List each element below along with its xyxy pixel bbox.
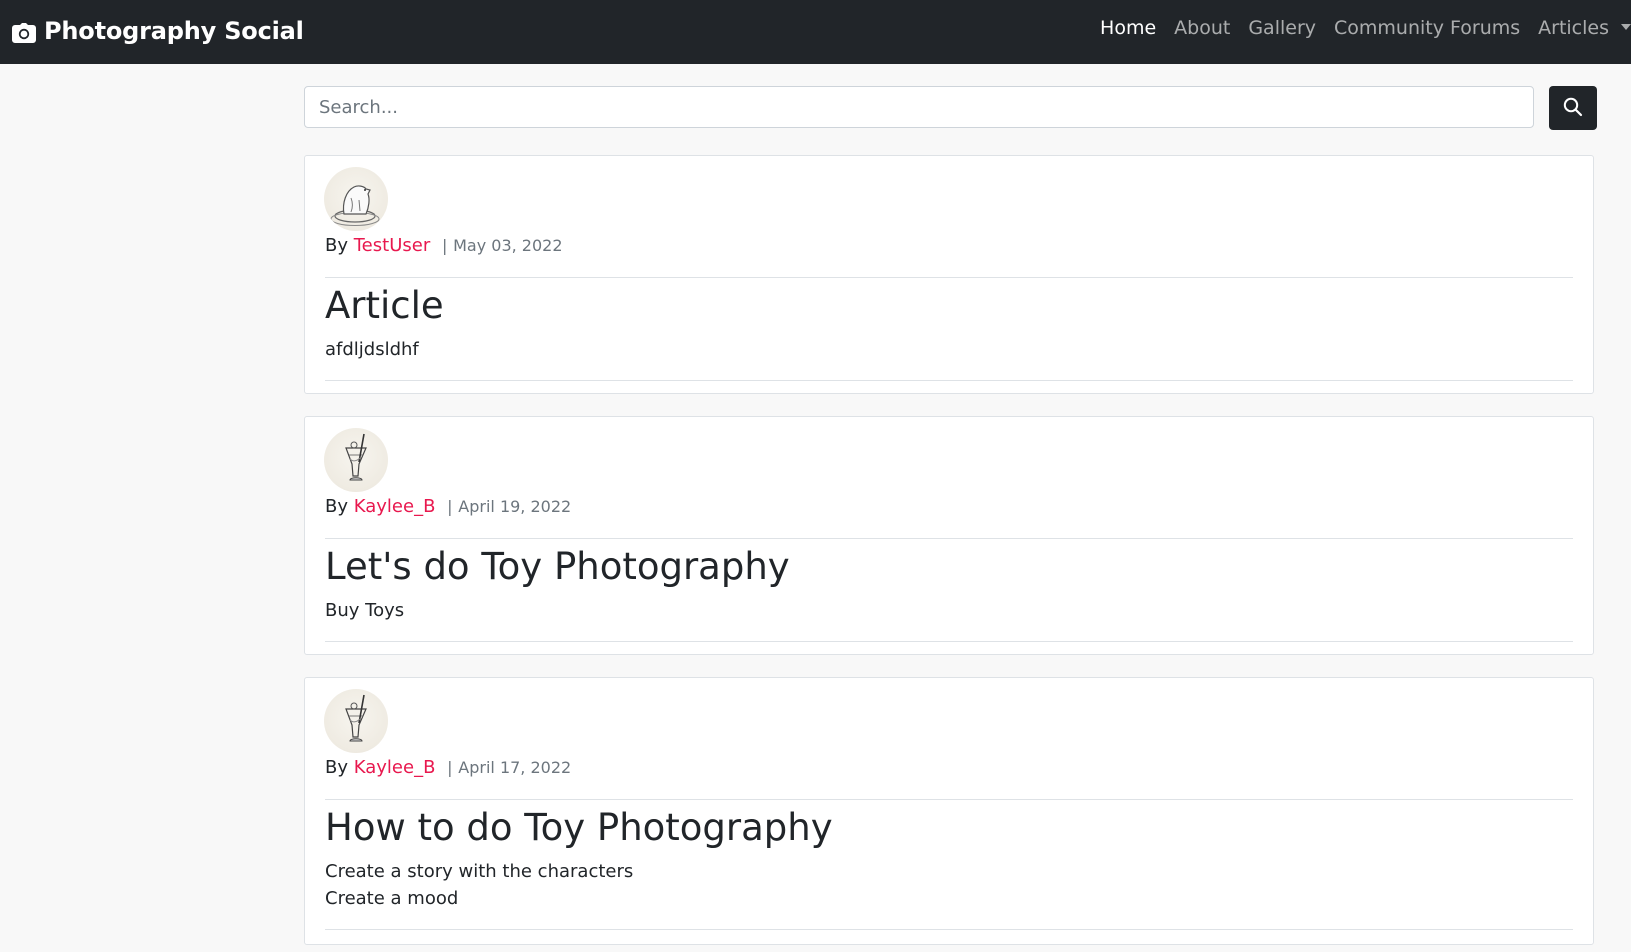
search-input[interactable]: [304, 86, 1534, 128]
nav-articles-label: Articles: [1538, 17, 1609, 39]
article-body: Buy Toys: [325, 600, 405, 621]
nav-home[interactable]: Home: [1100, 17, 1156, 39]
article-meta: By Kaylee_B | April 17, 2022: [325, 757, 571, 778]
article-card: By Kaylee_B | April 19, 2022 Let's do To…: [304, 416, 1594, 655]
cocktail-glass-avatar-icon[interactable]: [324, 428, 388, 492]
article-body: Create a story with the characters Creat…: [325, 861, 634, 909]
article-title[interactable]: Let's do Toy Photography: [325, 545, 790, 588]
divider: [325, 277, 1573, 278]
by-label: By: [325, 757, 349, 778]
nav-articles-dropdown[interactable]: Articles: [1538, 17, 1631, 39]
top-navbar: Photography Social Home About Gallery Co…: [0, 0, 1631, 64]
article-card: By Kaylee_B | April 17, 2022 How to do T…: [304, 677, 1594, 945]
meta-separator: |: [447, 497, 453, 516]
nav-gallery[interactable]: Gallery: [1248, 17, 1316, 39]
author-link[interactable]: Kaylee_B: [354, 496, 436, 517]
meta-separator: |: [441, 236, 448, 255]
search-icon: [1563, 97, 1583, 120]
article-date: April 17, 2022: [458, 758, 572, 777]
nav-about[interactable]: About: [1174, 17, 1230, 39]
polar-bear-avatar-icon[interactable]: [324, 167, 388, 231]
camera-icon: [12, 21, 36, 43]
article-title[interactable]: Article: [325, 284, 444, 327]
article-date: May 03, 2022: [453, 236, 563, 255]
divider: [325, 929, 1573, 930]
divider: [325, 799, 1573, 800]
nav-links: Home About Gallery Community Forums Arti…: [1082, 0, 1631, 56]
article-meta: By Kaylee_B | April 19, 2022: [325, 496, 571, 517]
by-label: By: [325, 496, 349, 517]
brand-label: Photography Social: [44, 17, 304, 45]
divider: [325, 538, 1573, 539]
author-link[interactable]: Kaylee_B: [354, 757, 436, 778]
meta-separator: |: [447, 758, 453, 777]
divider: [325, 380, 1573, 381]
article-title[interactable]: How to do Toy Photography: [325, 806, 833, 849]
chevron-down-icon: [1621, 23, 1631, 30]
by-label: By: [325, 235, 349, 256]
author-link[interactable]: TestUser: [354, 235, 430, 256]
cocktail-glass-avatar-icon[interactable]: [324, 689, 388, 753]
article-meta: By TestUser | May 03, 2022: [325, 235, 563, 256]
search-button[interactable]: [1549, 86, 1597, 130]
divider: [325, 641, 1573, 642]
brand-link[interactable]: Photography Social: [12, 14, 304, 48]
article-card: By TestUser | May 03, 2022 Article afdlj…: [304, 155, 1594, 394]
article-body: afdljdsldhf: [325, 339, 419, 360]
search-bar: [304, 86, 1597, 130]
article-date: April 19, 2022: [458, 497, 572, 516]
nav-community-forums[interactable]: Community Forums: [1334, 17, 1520, 39]
